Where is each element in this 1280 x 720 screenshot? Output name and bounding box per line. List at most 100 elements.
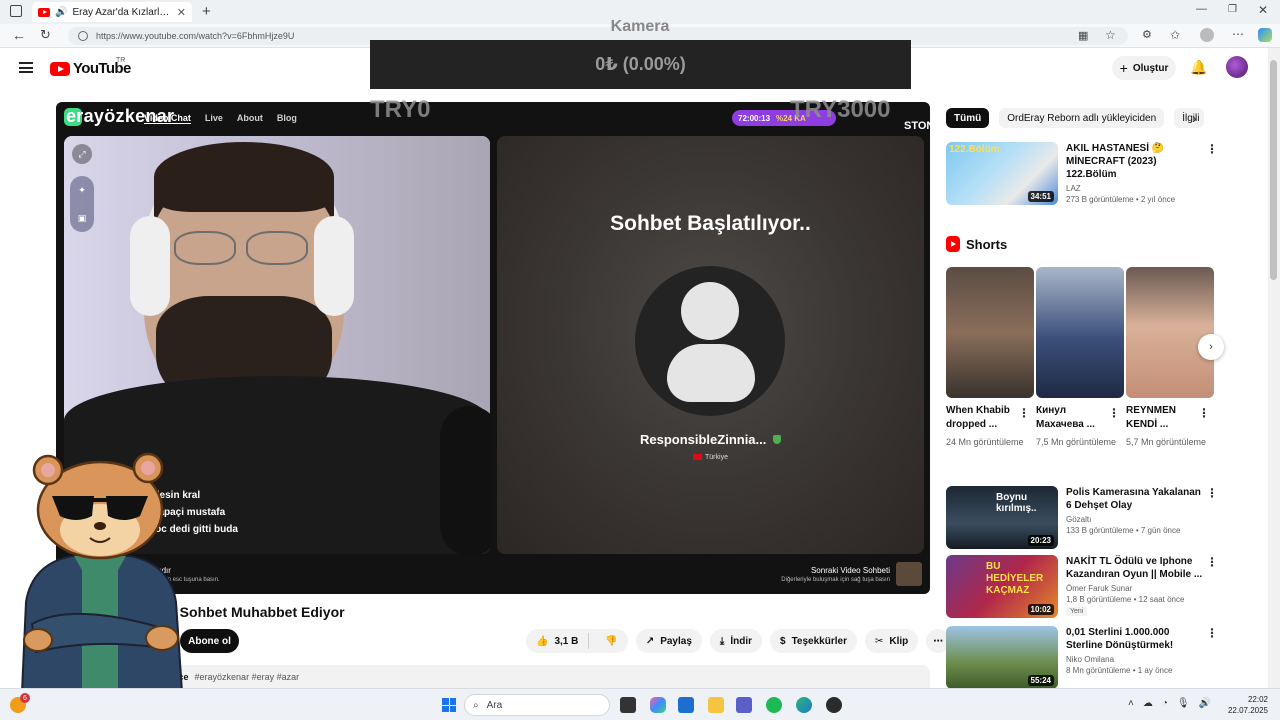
video-player[interactable]: erayözkenar Video Chat Live About Blog 7… bbox=[56, 102, 930, 594]
copilot-icon[interactable] bbox=[1258, 28, 1272, 42]
browser-tab[interactable]: 🔊 Eray Azar'da Kızlarla Sohbet... ✕ bbox=[32, 2, 192, 22]
short-thumbnail[interactable] bbox=[1036, 267, 1124, 398]
wifi-icon[interactable]: ◔ bbox=[1162, 698, 1168, 709]
channel-name[interactable]: Ömer Faruk Sunar bbox=[1066, 584, 1206, 593]
recommended-video[interactable]: BU HEDİYELER KAÇMAZ 10:02 NAKİT TL Ödülü… bbox=[946, 555, 1206, 618]
teams-icon[interactable] bbox=[736, 697, 752, 713]
filter-icon[interactable]: ▣ bbox=[78, 213, 87, 224]
task-view-icon[interactable] bbox=[620, 697, 636, 713]
short-menu-icon[interactable]: ⋮ bbox=[1198, 406, 1210, 420]
nav-about[interactable]: About bbox=[237, 113, 263, 124]
app-available-icon[interactable]: ▦ bbox=[1078, 29, 1088, 42]
copilot-app-icon[interactable] bbox=[650, 697, 666, 713]
nav-live[interactable]: Live bbox=[205, 113, 223, 124]
video-thumbnail[interactable]: Boynu kırılmış.. 20:23 bbox=[946, 486, 1058, 549]
nav-blog[interactable]: Blog bbox=[277, 113, 297, 124]
recommended-video[interactable]: 55:24 0,01 Sterlini 1.000.000 Sterline D… bbox=[946, 626, 1206, 689]
video-title[interactable]: 0,01 Sterlini 1.000.000 Sterline Dönüştü… bbox=[1066, 626, 1206, 652]
back-icon[interactable]: ← bbox=[12, 27, 26, 43]
azar-nav-links: Video Chat Live About Blog bbox=[144, 113, 297, 124]
short-menu-icon[interactable]: ⋮ bbox=[1108, 406, 1120, 420]
more-menu-icon[interactable]: ⋯ bbox=[1232, 27, 1244, 41]
short-thumbnail[interactable] bbox=[1126, 267, 1214, 398]
partner-pane: Sohbet Başlatılıyor.. ResponsibleZinnia.… bbox=[497, 136, 924, 554]
short-title[interactable]: When Khabib dropped ... bbox=[946, 404, 1020, 432]
short-item[interactable]: When Khabib dropped ... 24 Mn görüntülem… bbox=[946, 267, 1034, 449]
hashtags[interactable]: #erayözkenar #eray #azar bbox=[195, 672, 300, 682]
close-window-icon[interactable]: ✕ bbox=[1258, 3, 1268, 17]
dislike-button[interactable]: 👎 bbox=[595, 636, 627, 647]
video-menu-icon[interactable]: ⋮ bbox=[1206, 626, 1218, 640]
short-title[interactable]: REYNMEN KENDİ ... bbox=[1126, 404, 1200, 432]
scrollbar-thumb[interactable] bbox=[1270, 60, 1277, 280]
effects-icon[interactable]: ✦ bbox=[78, 185, 86, 196]
speaker-icon[interactable]: 🔊 bbox=[55, 7, 67, 18]
video-title[interactable]: AKIL HASTANESİ 🤔 MİNECRAFT (2023) 122.Bö… bbox=[1066, 142, 1206, 181]
recommended-video[interactable]: 122.Bölüm 34:51 AKIL HASTANESİ 🤔 MİNECRA… bbox=[946, 142, 1206, 205]
reload-icon[interactable]: ↻ bbox=[40, 27, 51, 43]
minimize-icon[interactable]: — bbox=[1196, 3, 1207, 15]
favorites-icon[interactable]: ✩ bbox=[1170, 28, 1180, 42]
cloud-icon[interactable]: ☁ bbox=[1143, 698, 1153, 709]
video-menu-icon[interactable]: ⋮ bbox=[1206, 555, 1218, 569]
partner-country-text: Türkiye bbox=[705, 454, 728, 461]
subscribe-button[interactable]: Abone ol bbox=[180, 629, 239, 653]
close-tab-icon[interactable]: ✕ bbox=[177, 6, 186, 19]
taskbar-search[interactable]: ⌕ Ara bbox=[464, 694, 610, 716]
video-thumbnail[interactable]: BU HEDİYELER KAÇMAZ 10:02 bbox=[946, 555, 1058, 618]
more-horizontal-icon: ⋯ bbox=[933, 635, 944, 647]
edge-icon[interactable] bbox=[796, 697, 812, 713]
store-icon[interactable] bbox=[678, 697, 694, 713]
chip-related[interactable]: İlgili bbox=[1174, 108, 1205, 128]
search-icon: ⌕ bbox=[473, 699, 479, 711]
like-button[interactable]: 👍 3,1 B bbox=[526, 633, 590, 649]
user-avatar[interactable] bbox=[1226, 56, 1248, 78]
chip-uploader[interactable]: OrdEray Reborn adlı yükleyiciden bbox=[999, 108, 1165, 128]
nav-video-chat[interactable]: Video Chat bbox=[144, 113, 191, 124]
channel-name[interactable]: Niko Omilana bbox=[1066, 655, 1206, 664]
notification-bell-icon[interactable]: 🔔 bbox=[1190, 59, 1207, 76]
tray-chevron-icon[interactable]: ˄ bbox=[1128, 698, 1134, 709]
tab-actions-icon[interactable] bbox=[10, 5, 22, 17]
chip-all[interactable]: Tümü bbox=[946, 108, 990, 128]
file-explorer-icon[interactable] bbox=[708, 697, 724, 713]
video-thumbnail[interactable]: 55:24 bbox=[946, 626, 1058, 689]
notification-badge: 6 bbox=[20, 693, 30, 703]
profile-icon[interactable] bbox=[1200, 28, 1214, 42]
obs-icon[interactable] bbox=[826, 697, 842, 713]
taskbar-clock[interactable]: 22:02 22.07.2025 bbox=[1222, 694, 1268, 716]
scissors-icon: ✂ bbox=[874, 635, 884, 647]
share-button[interactable]: ↗ Paylaş bbox=[635, 629, 702, 653]
short-title[interactable]: Кинул Махачева ... bbox=[1036, 404, 1110, 432]
video-title[interactable]: NAKİT TL Ödülü ve Iphone Kazandıran Oyun… bbox=[1066, 555, 1206, 581]
expand-icon[interactable]: ⤢ bbox=[72, 144, 92, 164]
clip-button[interactable]: ✂ Klip bbox=[864, 629, 919, 653]
video-menu-icon[interactable]: ⋮ bbox=[1206, 142, 1218, 156]
thanks-button[interactable]: $ Teşekkürler bbox=[770, 629, 857, 653]
short-menu-icon[interactable]: ⋮ bbox=[1018, 406, 1030, 420]
download-button[interactable]: ⤓ İndir bbox=[709, 629, 762, 653]
volume-icon[interactable]: 🔊 bbox=[1199, 698, 1211, 709]
restore-icon[interactable]: ❐ bbox=[1228, 4, 1237, 15]
mic-icon[interactable]: 🎙 bbox=[1177, 698, 1190, 709]
short-thumbnail[interactable] bbox=[946, 267, 1034, 398]
spotify-icon[interactable] bbox=[766, 697, 782, 713]
create-button[interactable]: + Oluştur bbox=[1112, 56, 1176, 80]
video-menu-icon[interactable]: ⋮ bbox=[1206, 486, 1218, 500]
chips-next-icon[interactable]: › bbox=[1192, 110, 1197, 126]
info-icon[interactable] bbox=[78, 31, 88, 41]
url-text: https://www.youtube.com/watch?v=6FbhmHjz… bbox=[96, 31, 295, 41]
recommended-video[interactable]: Boynu kırılmış.. 20:23 Polis Kamerasına … bbox=[946, 486, 1206, 549]
channel-name[interactable]: Gözaltı bbox=[1066, 515, 1206, 524]
shorts-next-icon[interactable]: › bbox=[1198, 334, 1224, 360]
start-icon[interactable] bbox=[442, 698, 456, 712]
video-title[interactable]: Polis Kamerasına Yakalanan 6 Dehşet Olay bbox=[1066, 486, 1206, 512]
short-item[interactable]: Кинул Махачева ... 7,5 Mn görüntüleme bbox=[1036, 267, 1124, 449]
goal-max-label: TRY3000 bbox=[790, 96, 891, 123]
new-tab-icon[interactable]: + bbox=[202, 3, 211, 20]
short-item[interactable]: REYNMEN KENDİ ... 5,7 Mn görüntüleme bbox=[1126, 267, 1214, 449]
favorite-star-icon[interactable]: ☆ bbox=[1105, 28, 1116, 42]
video-thumbnail[interactable]: 122.Bölüm 34:51 bbox=[946, 142, 1058, 205]
channel-name[interactable]: LAZ bbox=[1066, 184, 1206, 193]
menu-icon[interactable] bbox=[19, 62, 33, 73]
